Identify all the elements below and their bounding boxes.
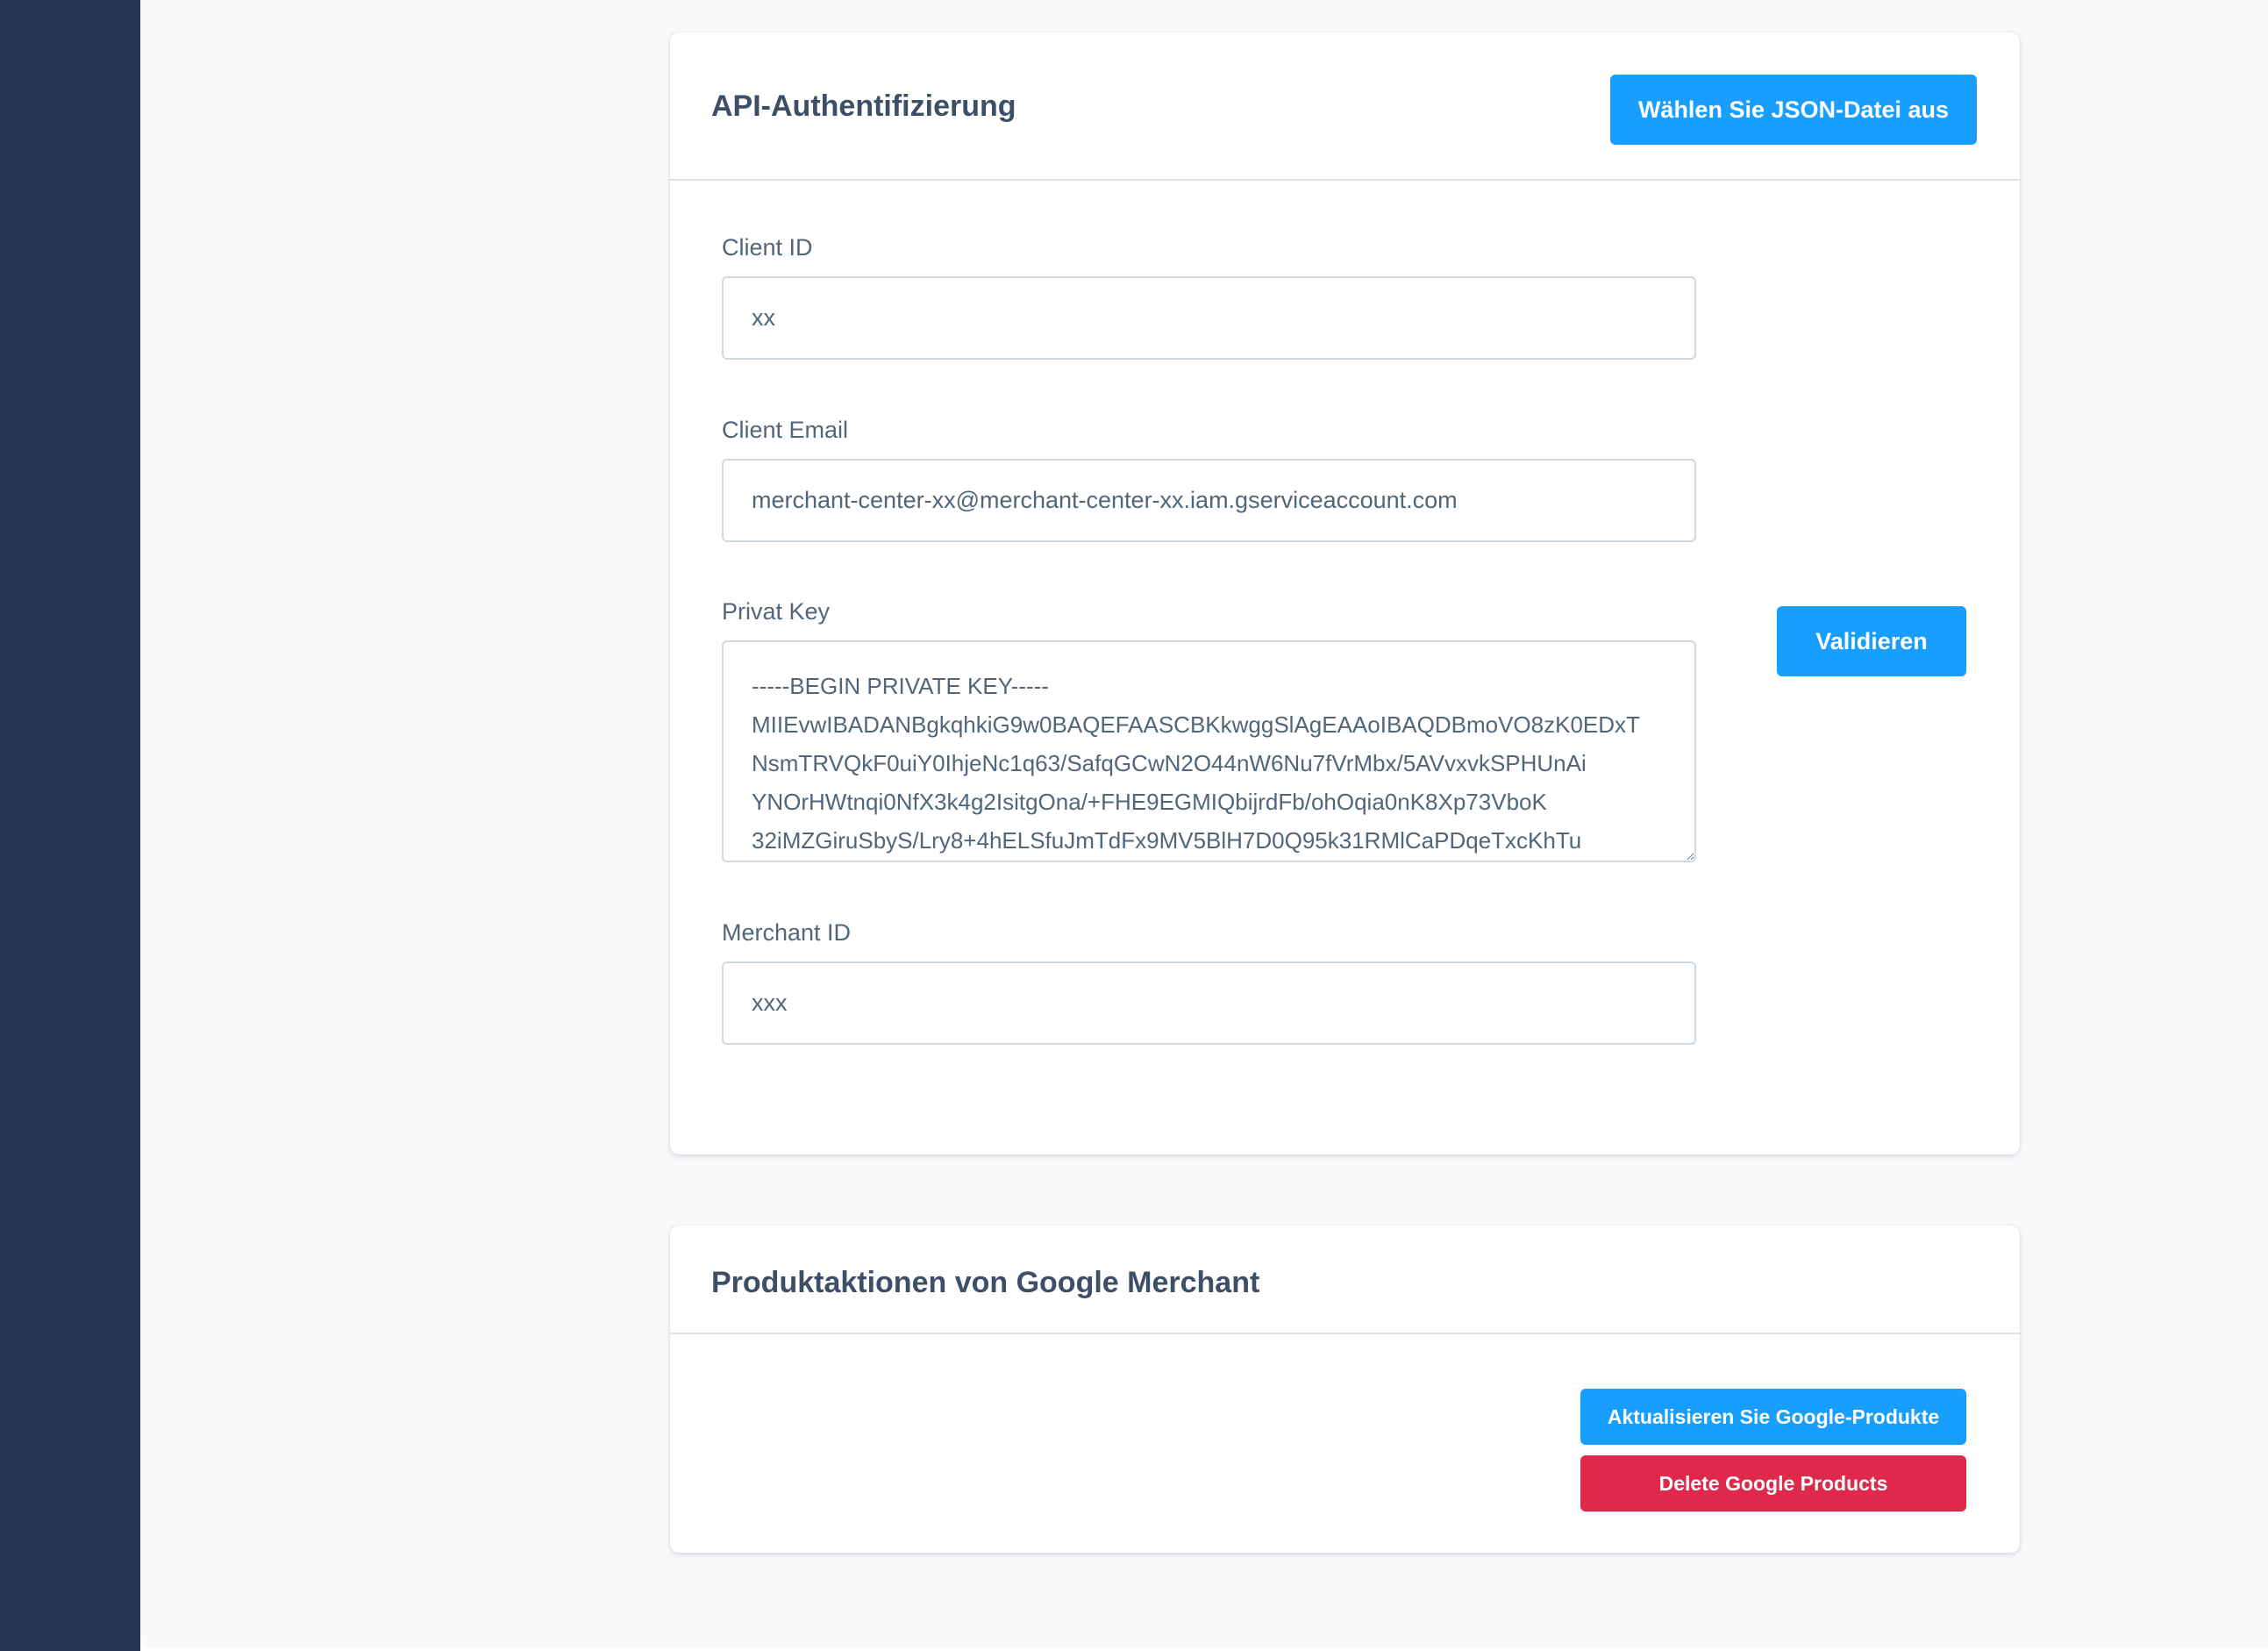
google-merchant-products-title: Produktaktionen von Google Merchant <box>711 1266 1260 1299</box>
client-id-input[interactable] <box>722 276 1696 360</box>
update-google-products-button[interactable]: Aktualisieren Sie Google-Produkte <box>1580 1389 1966 1445</box>
private-key-textarea[interactable]: -----BEGIN PRIVATE KEY----- MIIEvwIBADAN… <box>722 640 1696 862</box>
api-authentication-title: API-Authentifizierung <box>711 89 1016 123</box>
validate-button[interactable]: Validieren <box>1777 606 1966 676</box>
client-id-label: Client ID <box>722 234 813 261</box>
api-authentication-card: API-Authentifizierung Wählen Sie JSON-Da… <box>670 32 2020 1154</box>
delete-google-products-button[interactable]: Delete Google Products <box>1580 1455 1966 1512</box>
merchant-id-label: Merchant ID <box>722 919 852 946</box>
google-merchant-products-card: Produktaktionen von Google Merchant Aktu… <box>670 1226 2020 1553</box>
client-email-input[interactable] <box>722 459 1696 542</box>
api-authentication-header: API-Authentifizierung Wählen Sie JSON-Da… <box>670 32 2020 181</box>
private-key-label: Privat Key <box>722 598 831 625</box>
select-json-file-button[interactable]: Wählen Sie JSON-Datei aus <box>1610 75 1977 145</box>
google-merchant-products-header: Produktaktionen von Google Merchant <box>670 1226 2020 1334</box>
sidebar <box>0 0 140 1651</box>
client-email-label: Client Email <box>722 417 849 443</box>
main-content: API-Authentifizierung Wählen Sie JSON-Da… <box>140 0 2268 1647</box>
merchant-id-input[interactable] <box>722 961 1696 1045</box>
